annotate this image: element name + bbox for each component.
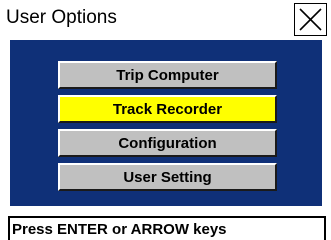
status-bar: Press ENTER or ARROW keys [8,216,326,240]
menu-panel: Trip Computer Track Recorder Configurati… [10,40,322,206]
configuration-button[interactable]: Configuration [58,129,277,157]
user-setting-button[interactable]: User Setting [58,163,277,191]
title-bar: User Options [0,0,331,40]
status-message: Press ENTER or ARROW keys [12,221,227,238]
trip-computer-button[interactable]: Trip Computer [58,61,277,89]
track-recorder-button[interactable]: Track Recorder [58,95,277,123]
window-title: User Options [6,7,117,28]
close-icon [299,8,322,31]
close-button[interactable] [294,3,327,36]
user-options-screen: User Options Trip Computer Track Recorde… [0,0,331,240]
